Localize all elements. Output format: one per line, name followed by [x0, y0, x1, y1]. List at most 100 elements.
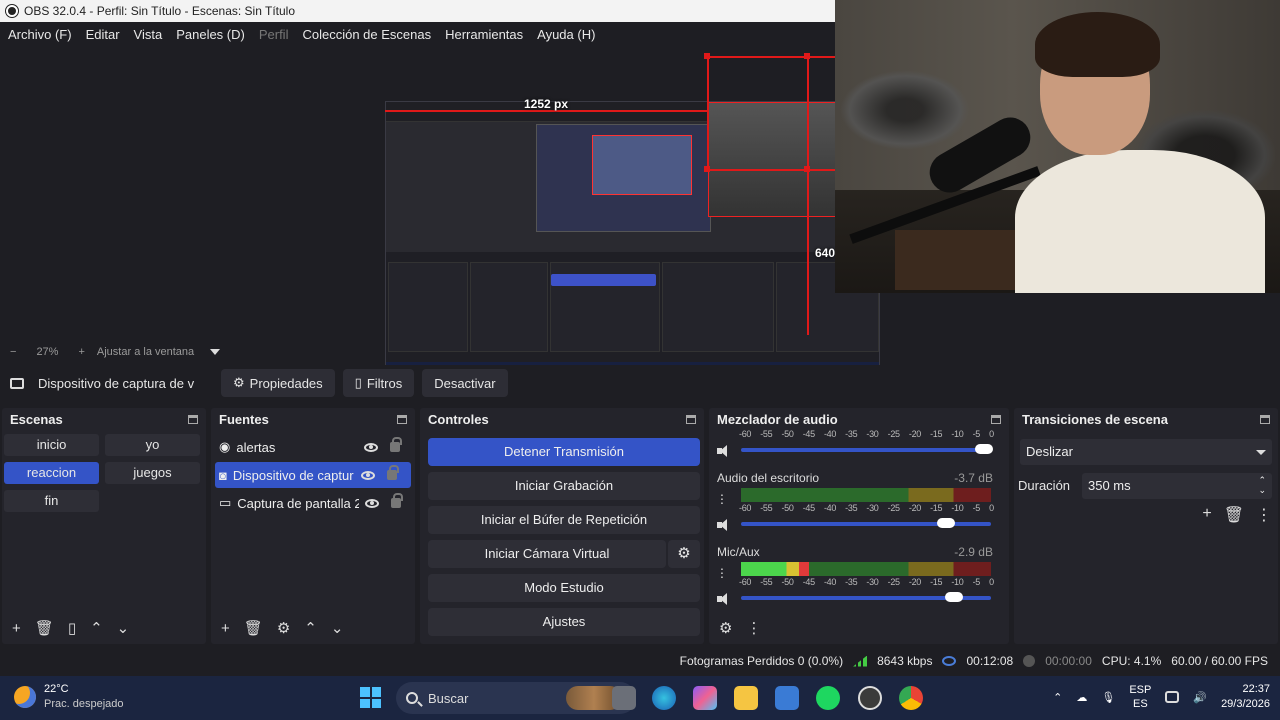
- undock-icon[interactable]: [686, 414, 696, 424]
- menu-perfil[interactable]: Perfil: [259, 27, 289, 42]
- record-icon: [1023, 655, 1036, 667]
- clock[interactable]: 22:37 29/3/2026: [1221, 682, 1270, 712]
- chrome-icon[interactable]: [899, 686, 923, 710]
- menu-paneles[interactable]: Paneles (D): [176, 27, 245, 42]
- scene-yo[interactable]: yo: [105, 434, 200, 456]
- source-row[interactable]: ◉ alertas: [215, 434, 411, 460]
- db-tick-label: -60: [739, 503, 752, 513]
- edge-icon[interactable]: [652, 686, 676, 710]
- start-virtual-camera-button[interactable]: Iniciar Cámara Virtual: [428, 540, 666, 568]
- more-options-icon[interactable]: ⋮: [746, 619, 761, 637]
- resize-handle[interactable]: [704, 53, 710, 59]
- advanced-audio-icon[interactable]: ⚙: [719, 619, 732, 637]
- menu-vista[interactable]: Vista: [134, 27, 163, 42]
- db-tick-label: -45: [802, 429, 815, 439]
- deactivate-button[interactable]: Desactivar: [422, 369, 508, 397]
- language-indicator[interactable]: ESP ES: [1129, 683, 1151, 711]
- weather-widget[interactable]: 22°C Prac. despejado: [14, 682, 124, 712]
- undock-icon[interactable]: [397, 414, 407, 424]
- move-down-icon[interactable]: ⌄: [117, 619, 130, 637]
- undock-icon[interactable]: [1260, 414, 1270, 424]
- more-options-icon[interactable]: ⋮: [1256, 505, 1272, 525]
- filters-button[interactable]: ▯ Filtros: [342, 369, 415, 397]
- menu-editar[interactable]: Editar: [86, 27, 120, 42]
- volume-icon[interactable]: [717, 519, 731, 531]
- spotify-icon[interactable]: [816, 686, 840, 710]
- duration-spinbox[interactable]: 350 ms ⌃ ⌄: [1082, 473, 1272, 499]
- taskbar-search[interactable]: Buscar: [396, 682, 636, 714]
- properties-button[interactable]: ⚙ Propiedades: [221, 369, 335, 397]
- fit-window-label[interactable]: Ajustar a la ventana: [97, 346, 194, 358]
- channel-menu-icon[interactable]: · · ·: [719, 561, 725, 583]
- source-row[interactable]: ▭ Captura de pantalla 2: [215, 490, 411, 516]
- scene-fin[interactable]: fin: [4, 490, 99, 512]
- lock-icon[interactable]: [386, 465, 399, 480]
- transition-select[interactable]: Deslizar: [1020, 439, 1272, 465]
- undock-icon[interactable]: [188, 414, 198, 424]
- fit-dropdown-icon[interactable]: [210, 349, 221, 355]
- db-tick-label: -30: [866, 577, 879, 587]
- menu-ayuda[interactable]: Ayuda (H): [537, 27, 595, 42]
- network-icon[interactable]: [1165, 691, 1180, 703]
- channel-db: -3.7 dB: [954, 471, 993, 485]
- add-icon[interactable]: +: [1202, 505, 1211, 525]
- duration-label: Duración: [1018, 478, 1071, 493]
- zoom-out-icon[interactable]: −: [10, 346, 16, 358]
- microphone-icon[interactable]: 🎙: [1101, 691, 1115, 704]
- volume-icon[interactable]: [717, 593, 731, 605]
- source-row[interactable]: ◙ Dispositivo de captur: [215, 462, 411, 488]
- store-icon[interactable]: [775, 686, 799, 710]
- db-tick-label: -15: [930, 503, 943, 513]
- move-down-icon[interactable]: ⌄: [331, 619, 344, 637]
- spin-arrows-icon[interactable]: ⌃ ⌄: [1258, 475, 1266, 495]
- stop-streaming-button[interactable]: Detener Transmisión: [428, 438, 700, 466]
- move-up-icon[interactable]: ⌃: [90, 619, 103, 637]
- resize-handle[interactable]: [704, 166, 710, 172]
- add-icon[interactable]: +: [12, 620, 21, 637]
- trash-icon[interactable]: 🗑: [1224, 505, 1244, 525]
- volume-icon[interactable]: [717, 445, 731, 457]
- eye-icon[interactable]: [365, 498, 380, 508]
- cloud-icon[interactable]: ☁: [1076, 691, 1087, 704]
- eye-icon[interactable]: [364, 442, 379, 452]
- speaker-icon[interactable]: 🔊: [1193, 691, 1207, 704]
- preview-canvas[interactable]: [385, 101, 880, 380]
- windows-start-icon[interactable]: [360, 687, 381, 708]
- trash-icon[interactable]: 🗑: [35, 619, 54, 637]
- volume-slider[interactable]: [741, 518, 991, 528]
- undock-icon[interactable]: [991, 414, 1001, 424]
- volume-slider[interactable]: [741, 592, 991, 602]
- settings-button[interactable]: Ajustes: [428, 608, 700, 636]
- scene-inicio[interactable]: inicio: [4, 434, 99, 456]
- start-replay-buffer-button[interactable]: Iniciar el Búfer de Repetición: [428, 506, 700, 534]
- scene-reaccion[interactable]: reaccion: [4, 462, 99, 484]
- resize-handle[interactable]: [804, 166, 810, 172]
- db-tick-label: -60: [739, 429, 752, 439]
- file-explorer-icon[interactable]: [734, 686, 758, 710]
- menu-archivo[interactable]: Archivo (F): [8, 27, 72, 42]
- filter-icon[interactable]: ▯: [68, 619, 76, 637]
- zoom-in-icon[interactable]: +: [78, 346, 84, 358]
- chevron-up-icon[interactable]: ⌃: [1053, 691, 1062, 704]
- scene-juegos[interactable]: juegos: [105, 462, 200, 484]
- start-recording-button[interactable]: Iniciar Grabación: [428, 472, 700, 500]
- virtual-camera-settings-icon[interactable]: ⚙: [668, 540, 700, 568]
- add-icon[interactable]: +: [221, 620, 230, 637]
- trash-icon[interactable]: 🗑: [244, 619, 263, 637]
- lock-icon[interactable]: [391, 493, 404, 508]
- obs-app-icon[interactable]: [858, 686, 882, 710]
- zoom-level: 27%: [36, 346, 59, 358]
- copilot-icon[interactable]: [693, 686, 717, 710]
- channel-menu-icon[interactable]: · · ·: [719, 487, 725, 509]
- menu-herramientas[interactable]: Herramientas: [445, 27, 523, 42]
- nested-screen-capture: [536, 124, 711, 232]
- resize-handle[interactable]: [804, 53, 810, 59]
- menu-coleccion-escenas[interactable]: Colección de Escenas: [302, 27, 431, 42]
- gear-icon[interactable]: ⚙: [277, 619, 290, 637]
- lock-icon[interactable]: [390, 437, 403, 452]
- task-view-icon[interactable]: [612, 686, 636, 710]
- volume-slider[interactable]: [741, 444, 993, 454]
- eye-icon[interactable]: [360, 470, 375, 480]
- studio-mode-button[interactable]: Modo Estudio: [428, 574, 700, 602]
- move-up-icon[interactable]: ⌃: [304, 619, 317, 637]
